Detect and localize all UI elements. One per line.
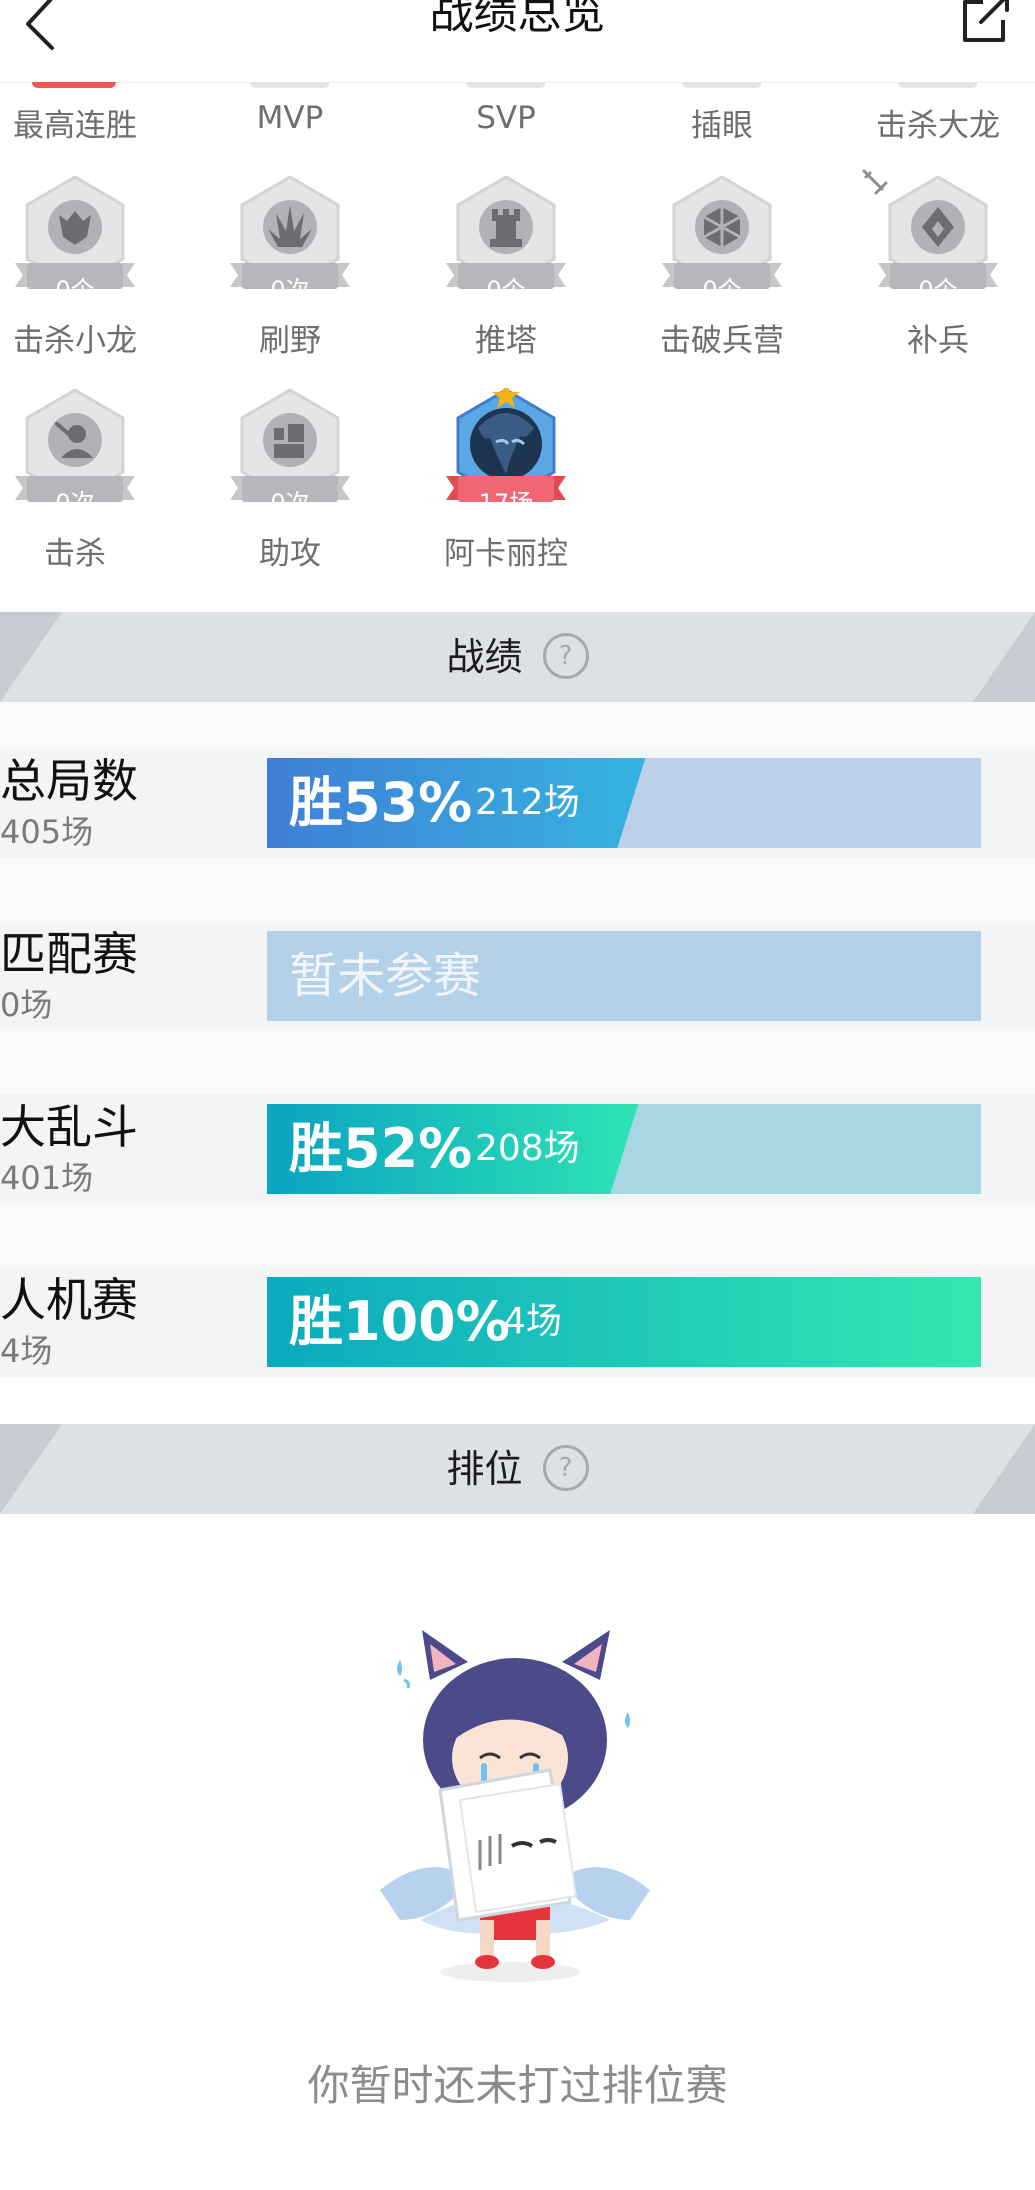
- badge-label: 击杀: [44, 536, 106, 572]
- nav-header: 战绩总览: [0, 0, 1035, 83]
- badge-label: 推塔: [475, 323, 537, 359]
- win-count: 208场: [475, 1128, 580, 1169]
- badge-count: 0次: [55, 489, 95, 517]
- stat-name: 大乱斗: [0, 1100, 138, 1154]
- stat-games: 4场: [0, 1332, 53, 1370]
- stat-row-bots[interactable]: 人机赛 4场 胜100% 4场: [0, 1267, 1035, 1377]
- baron-badge-edge: [898, 82, 978, 88]
- badge-label: 刷野: [259, 323, 321, 359]
- winrate-percent: 胜100%: [289, 1290, 510, 1353]
- badge-label: 阿卡丽控: [444, 536, 568, 572]
- empty-state-illustration: [380, 1630, 650, 1982]
- badge-label-svp: SVP: [476, 100, 536, 136]
- no-games-label: 暂未参赛: [289, 948, 482, 1004]
- help-icon[interactable]: ?: [542, 632, 589, 679]
- stat-name: 人机赛: [0, 1273, 138, 1327]
- stat-games: 0场: [0, 986, 53, 1024]
- empty-state-message: 你暂时还未打过排位赛: [307, 2061, 728, 2110]
- section-title: 排位: [446, 1447, 523, 1491]
- section-title: 战绩: [446, 635, 523, 679]
- badge-count: 0次: [270, 489, 310, 517]
- winrate-percent: 胜52%: [289, 1117, 473, 1180]
- badge-label-streak: 最高连胜: [13, 108, 137, 144]
- stat-games: 405场: [0, 813, 94, 851]
- stat-name: 总局数: [0, 754, 138, 808]
- streak-badge-edge: [32, 82, 116, 88]
- section-header-ranked: 排位?: [0, 1424, 1035, 1514]
- badge-label: 击杀小龙: [13, 323, 137, 359]
- winrate-bar: 胜53% 212场: [267, 758, 981, 848]
- win-count: 212场: [475, 782, 580, 823]
- stat-row-total[interactable]: 总局数 405场 胜53% 212场: [0, 748, 1035, 858]
- stat-row-normal[interactable]: 匹配赛 0场 暂未参赛: [0, 921, 1035, 1031]
- badge-label-mvp: MVP: [256, 100, 324, 136]
- mvp-badge-edge: [250, 82, 330, 88]
- sword-icon: [862, 169, 888, 195]
- stat-row-aram[interactable]: 大乱斗 401场 胜52% 208场: [0, 1094, 1035, 1204]
- badge-count: 17场: [478, 489, 534, 517]
- winrate-percent: 胜53%: [289, 771, 473, 834]
- help-icon[interactable]: ?: [542, 1444, 589, 1491]
- stat-games: 401场: [0, 1159, 94, 1197]
- stat-name: 匹配赛: [0, 927, 138, 981]
- share-icon[interactable]: [957, 0, 1013, 46]
- badge-label: 助攻: [259, 536, 321, 572]
- page-title: 战绩总览: [429, 0, 606, 39]
- winrate-bar: 胜52% 208场: [267, 1104, 981, 1194]
- win-count: 4场: [503, 1301, 562, 1342]
- badge-count: 0个: [55, 276, 95, 304]
- badge-count: 0个: [486, 276, 526, 304]
- badge-label-ward: 插眼: [691, 108, 753, 144]
- svp-badge-edge: [466, 82, 546, 88]
- winrate-bar: 胜100% 4场: [267, 1277, 981, 1367]
- section-header-stats: 战绩?: [0, 612, 1035, 702]
- badge-count: 0个: [918, 276, 958, 304]
- ward-badge-edge: [682, 82, 762, 88]
- badge-label: 击破兵营: [660, 323, 784, 359]
- badge-count: 0次: [270, 276, 310, 304]
- badge-label: 补兵: [907, 323, 969, 359]
- badge-count: 0个: [702, 276, 742, 304]
- winrate-bar: 暂未参赛: [267, 931, 981, 1021]
- badge-label-baron: 击杀大龙: [876, 108, 1000, 144]
